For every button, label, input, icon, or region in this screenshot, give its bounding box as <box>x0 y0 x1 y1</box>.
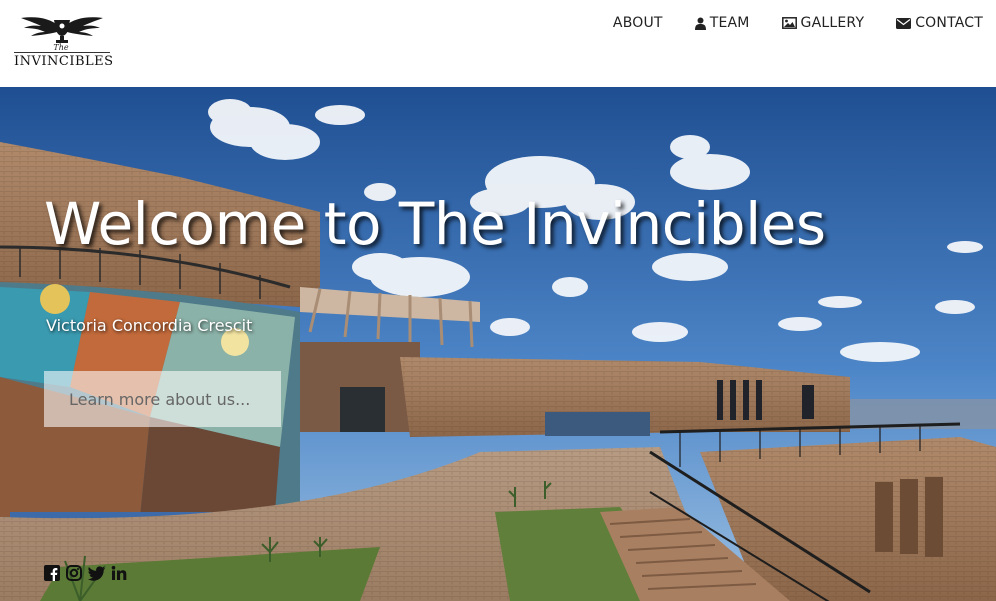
hero-subtitle: Victoria Concordia Crescit <box>46 316 253 335</box>
nav-team[interactable]: TEAM <box>694 15 750 31</box>
nav-contact[interactable]: CONTACT <box>896 15 983 31</box>
envelope-icon <box>896 17 912 29</box>
learn-more-button[interactable]: Learn more about us... <box>44 371 281 427</box>
brand-name: INVINCIBLES <box>14 52 114 69</box>
twitter-icon[interactable] <box>88 565 105 581</box>
facebook-icon[interactable] <box>44 565 60 581</box>
social-links <box>44 565 127 581</box>
nav-gallery-label: GALLERY <box>800 15 865 31</box>
hero-background-photo <box>0 87 996 601</box>
instagram-icon[interactable] <box>66 565 82 581</box>
brand-tagline: The <box>53 43 69 52</box>
nav-about-label: ABOUT <box>612 15 663 31</box>
image-icon <box>781 17 797 29</box>
user-icon <box>694 17 706 30</box>
linkedin-icon[interactable] <box>111 565 127 581</box>
main-nav: ABOUT TEAM GALLERY CONTACT <box>581 15 983 31</box>
nav-contact-label: CONTACT <box>915 15 983 31</box>
nav-about[interactable]: ABOUT <box>613 15 663 31</box>
brand-logo[interactable]: The INVINCIBLES <box>14 14 114 72</box>
winged-trophy-icon <box>21 17 103 43</box>
nav-team-label: TEAM <box>709 15 750 31</box>
hero-section: Welcome to The Invincibles Victoria Conc… <box>0 87 996 601</box>
navbar: The INVINCIBLES ABOUT TEAM GALLERY CONTA… <box>0 0 996 87</box>
hero-title: Welcome to The Invincibles <box>44 190 826 258</box>
nav-gallery[interactable]: GALLERY <box>781 15 865 31</box>
